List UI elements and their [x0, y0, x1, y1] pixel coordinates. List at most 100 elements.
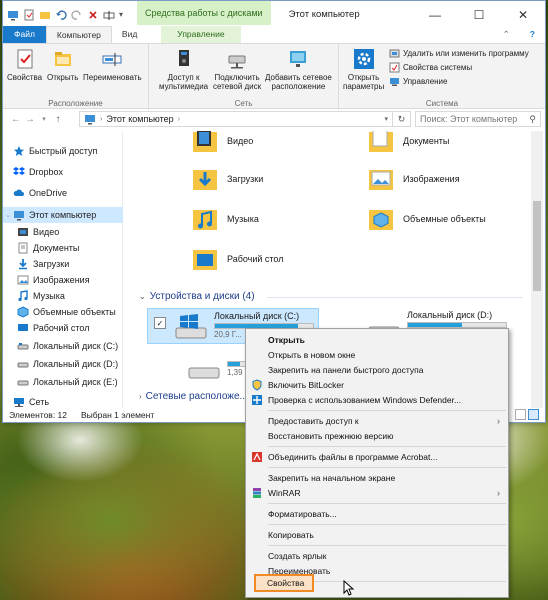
tab-file[interactable]: Файл: [3, 26, 46, 43]
group-label-system: Система: [425, 99, 459, 108]
refresh-button[interactable]: ↻: [393, 111, 411, 127]
forward-icon[interactable]: →: [23, 114, 37, 125]
folder-music[interactable]: Музыка: [191, 201, 381, 237]
sidebar-item-drive-e[interactable]: Локальный диск (E:): [3, 374, 123, 390]
folder-video[interactable]: Видео: [191, 131, 381, 159]
menu-item-format[interactable]: Форматировать...: [246, 507, 508, 521]
menu-item-winrar[interactable]: WinRAR ›: [246, 486, 508, 500]
section-network-locations[interactable]: › Сетевые расположе...: [139, 391, 248, 402]
3d-objects-folder-icon: [369, 210, 393, 230]
open-button[interactable]: Открыть: [47, 48, 78, 82]
sidebar-item-video[interactable]: Видео: [3, 224, 123, 240]
properties-button[interactable]: Свойства: [7, 48, 42, 82]
sidebar-item-drive-d[interactable]: Локальный диск (D:): [3, 356, 123, 372]
menu-item-acrobat-combine[interactable]: Объединить файлы в программе Acrobat...: [246, 450, 508, 464]
sidebar-item-drive-c[interactable]: Локальный диск (C:): [3, 338, 123, 354]
title-bar: ▾ Средства работы с дисками Этот компьют…: [3, 1, 545, 29]
back-icon[interactable]: ←: [9, 114, 23, 125]
media-access-label-1: Доступ к: [167, 73, 200, 82]
maximize-button[interactable]: ☐: [457, 1, 501, 29]
properties-label: Свойства: [7, 73, 43, 82]
tiles-view-icon[interactable]: [528, 409, 539, 420]
section-devices-label: Устройства и диски (4): [149, 291, 255, 302]
vertical-scrollbar[interactable]: [531, 131, 543, 408]
search-box[interactable]: Поиск: Этот компьютер ⚲: [415, 111, 541, 127]
tab-computer[interactable]: Компьютер: [45, 26, 112, 43]
customize-qat-icon[interactable]: ▾: [119, 9, 131, 21]
menu-item-properties[interactable]: Свойства: [267, 578, 304, 588]
close-button[interactable]: ✕: [501, 1, 545, 29]
sidebar-item-documents[interactable]: Документы: [3, 240, 123, 256]
sidebar-item-pictures[interactable]: Изображения: [3, 272, 123, 288]
sidebar-item-3d-objects[interactable]: Объемные объекты: [3, 304, 123, 320]
sidebar-item-this-pc[interactable]: ⌄ Этот компьютер: [3, 207, 123, 223]
sidebar-item-dropbox[interactable]: Dropbox: [3, 164, 123, 180]
menu-item-pin-quick-access[interactable]: Закрепить на панели быстрого доступа: [246, 363, 508, 377]
menu-label: Проверка с использованием Windows Defend…: [268, 395, 462, 405]
properties-icon[interactable]: [23, 9, 35, 21]
folder-pictures[interactable]: Изображения: [367, 161, 527, 197]
tab-view[interactable]: Вид: [112, 26, 147, 43]
ribbon-collapse-icon[interactable]: ⌃: [493, 26, 520, 43]
menu-label: Открыть: [268, 335, 305, 345]
breadcrumb-this-pc[interactable]: Этот компьютер: [106, 114, 173, 124]
expand-icon[interactable]: ⌄: [3, 211, 13, 219]
rename-icon[interactable]: [103, 9, 115, 21]
menu-item-bitlocker[interactable]: Включить BitLocker: [246, 378, 508, 392]
expand-chevron-icon[interactable]: ›: [139, 392, 142, 401]
address-bar[interactable]: › Этот компьютер › ▾: [79, 111, 393, 127]
sidebar-item-onedrive[interactable]: OneDrive: [3, 185, 123, 201]
menu-item-give-access[interactable]: Предоставить доступ к ›: [246, 414, 508, 428]
address-dropdown-icon[interactable]: ▾: [384, 115, 388, 123]
menu-item-copy[interactable]: Копировать: [246, 528, 508, 542]
menu-item-create-shortcut[interactable]: Создать ярлык: [246, 549, 508, 563]
folder-documents[interactable]: Документы: [367, 131, 527, 159]
section-devices[interactable]: ⌄ Устройства и диски (4): [139, 291, 255, 302]
folder-label: Изображения: [403, 174, 460, 184]
menu-label: Открыть в новом окне: [268, 350, 356, 360]
map-drive-button[interactable]: Подключить сетевой диск: [213, 48, 261, 91]
up-icon[interactable]: ↑: [51, 114, 65, 125]
mouse-cursor-icon: [343, 580, 355, 596]
folder-3d-objects[interactable]: Объемные объекты: [367, 201, 527, 237]
redo-icon[interactable]: [71, 9, 83, 21]
menu-item-open-new-window[interactable]: Открыть в новом окне: [246, 348, 508, 362]
media-access-button[interactable]: Доступ к мультимедиа: [159, 48, 208, 91]
menu-item-open[interactable]: Открыть: [246, 333, 508, 347]
collapse-chevron-icon[interactable]: ⌄: [139, 292, 146, 301]
details-view-icon[interactable]: [515, 409, 526, 420]
uninstall-program-button[interactable]: Удалить или изменить программу: [389, 48, 529, 59]
recent-locations-icon[interactable]: ▾: [37, 115, 51, 123]
context-tab-disk-tools: Средства работы с дисками: [137, 1, 271, 25]
open-settings-button[interactable]: Открыть параметры: [343, 48, 384, 91]
sidebar-item-downloads[interactable]: Загрузки: [3, 256, 123, 272]
selection-checkbox[interactable]: ✓: [154, 317, 166, 329]
menu-item-defender-scan[interactable]: Проверка с использованием Windows Defend…: [246, 393, 508, 407]
menu-item-pin-start[interactable]: Закрепить на начальном экране: [246, 471, 508, 485]
rename-button[interactable]: Переименовать: [83, 48, 142, 82]
manage-button[interactable]: Управление: [389, 76, 447, 87]
menu-item-restore-version[interactable]: Восстановить прежнюю версию: [246, 429, 508, 443]
minimize-button[interactable]: —: [413, 1, 457, 29]
drive-name: Локальный диск (C:): [214, 311, 300, 321]
help-icon[interactable]: ?: [520, 26, 545, 43]
uninstall-icon: [389, 49, 400, 58]
open-label: Открыть: [47, 73, 79, 82]
scrollbar-thumb[interactable]: [533, 201, 541, 291]
menu-label: Восстановить прежнюю версию: [268, 431, 394, 441]
sidebar-item-desktop[interactable]: Рабочий стол: [3, 320, 123, 336]
context-menu: Открыть Открыть в новом окне Закрепить н…: [245, 328, 509, 598]
tab-manage[interactable]: Управление: [161, 26, 241, 43]
folder-desktop[interactable]: Рабочий стол: [191, 241, 381, 277]
system-properties-button[interactable]: Свойства системы: [389, 62, 472, 73]
undo-icon[interactable]: [55, 9, 67, 21]
sidebar-item-quick-access[interactable]: Быстрый доступ: [3, 143, 123, 159]
menu-label: Закрепить на начальном экране: [268, 473, 396, 483]
folder-downloads[interactable]: Загрузки: [191, 161, 381, 197]
dropbox-icon: [13, 167, 25, 175]
cube-icon: [17, 306, 29, 318]
new-folder-icon[interactable]: [39, 9, 51, 21]
sidebar-item-music[interactable]: Музыка: [3, 288, 123, 304]
delete-icon[interactable]: [87, 9, 99, 21]
add-network-location-button[interactable]: Добавить сетевое расположение: [265, 48, 332, 91]
